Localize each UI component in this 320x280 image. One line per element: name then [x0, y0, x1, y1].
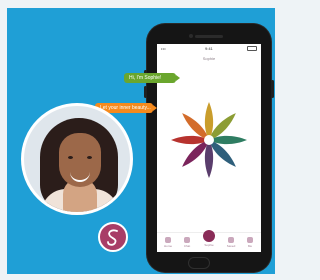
- greeting-bubble: Hi, I'm Sophie!: [124, 73, 180, 83]
- signal-indicator: •••: [161, 46, 166, 51]
- tab-me[interactable]: Me: [243, 237, 257, 251]
- status-time: 9:41: [205, 46, 213, 51]
- smartphone-mockup: ••• 9:41 Sophie Home Chat Sophie Saved M…: [144, 24, 274, 272]
- earpiece: [195, 35, 223, 38]
- tab-home-label: Home: [163, 244, 172, 248]
- flower-diagram[interactable]: [165, 96, 253, 184]
- volume-down-button: [144, 86, 147, 98]
- home-button[interactable]: [188, 257, 210, 269]
- front-camera: [189, 34, 193, 38]
- tab-chat[interactable]: Chat: [180, 237, 194, 251]
- tab-saved[interactable]: Saved: [224, 237, 238, 251]
- flower-center: [204, 135, 214, 145]
- avatar-portrait: [21, 103, 133, 215]
- tab-me-label: Me: [247, 244, 253, 248]
- tab-saved-label: Saved: [226, 244, 236, 248]
- screen-title: Sophie: [202, 56, 216, 61]
- sophie-icon: [203, 230, 215, 242]
- power-button: [271, 80, 274, 98]
- avatar-eyes: [68, 156, 92, 159]
- tab-chat-label: Chat: [183, 244, 191, 248]
- battery-icon: [247, 46, 257, 51]
- brand-logo[interactable]: [98, 222, 128, 252]
- user-icon: [247, 237, 253, 243]
- avatar-smile: [70, 172, 90, 182]
- tab-sophie[interactable]: Sophie: [202, 230, 216, 251]
- logo-script-icon: [107, 229, 118, 246]
- tab-bar: Home Chat Sophie Saved Me: [157, 230, 261, 252]
- bookmark-icon: [228, 237, 234, 243]
- tab-home[interactable]: Home: [161, 237, 175, 251]
- status-bar: ••• 9:41: [157, 44, 261, 52]
- chat-icon: [184, 237, 190, 243]
- home-icon: [165, 237, 171, 243]
- tab-sophie-label: Sophie: [204, 243, 214, 247]
